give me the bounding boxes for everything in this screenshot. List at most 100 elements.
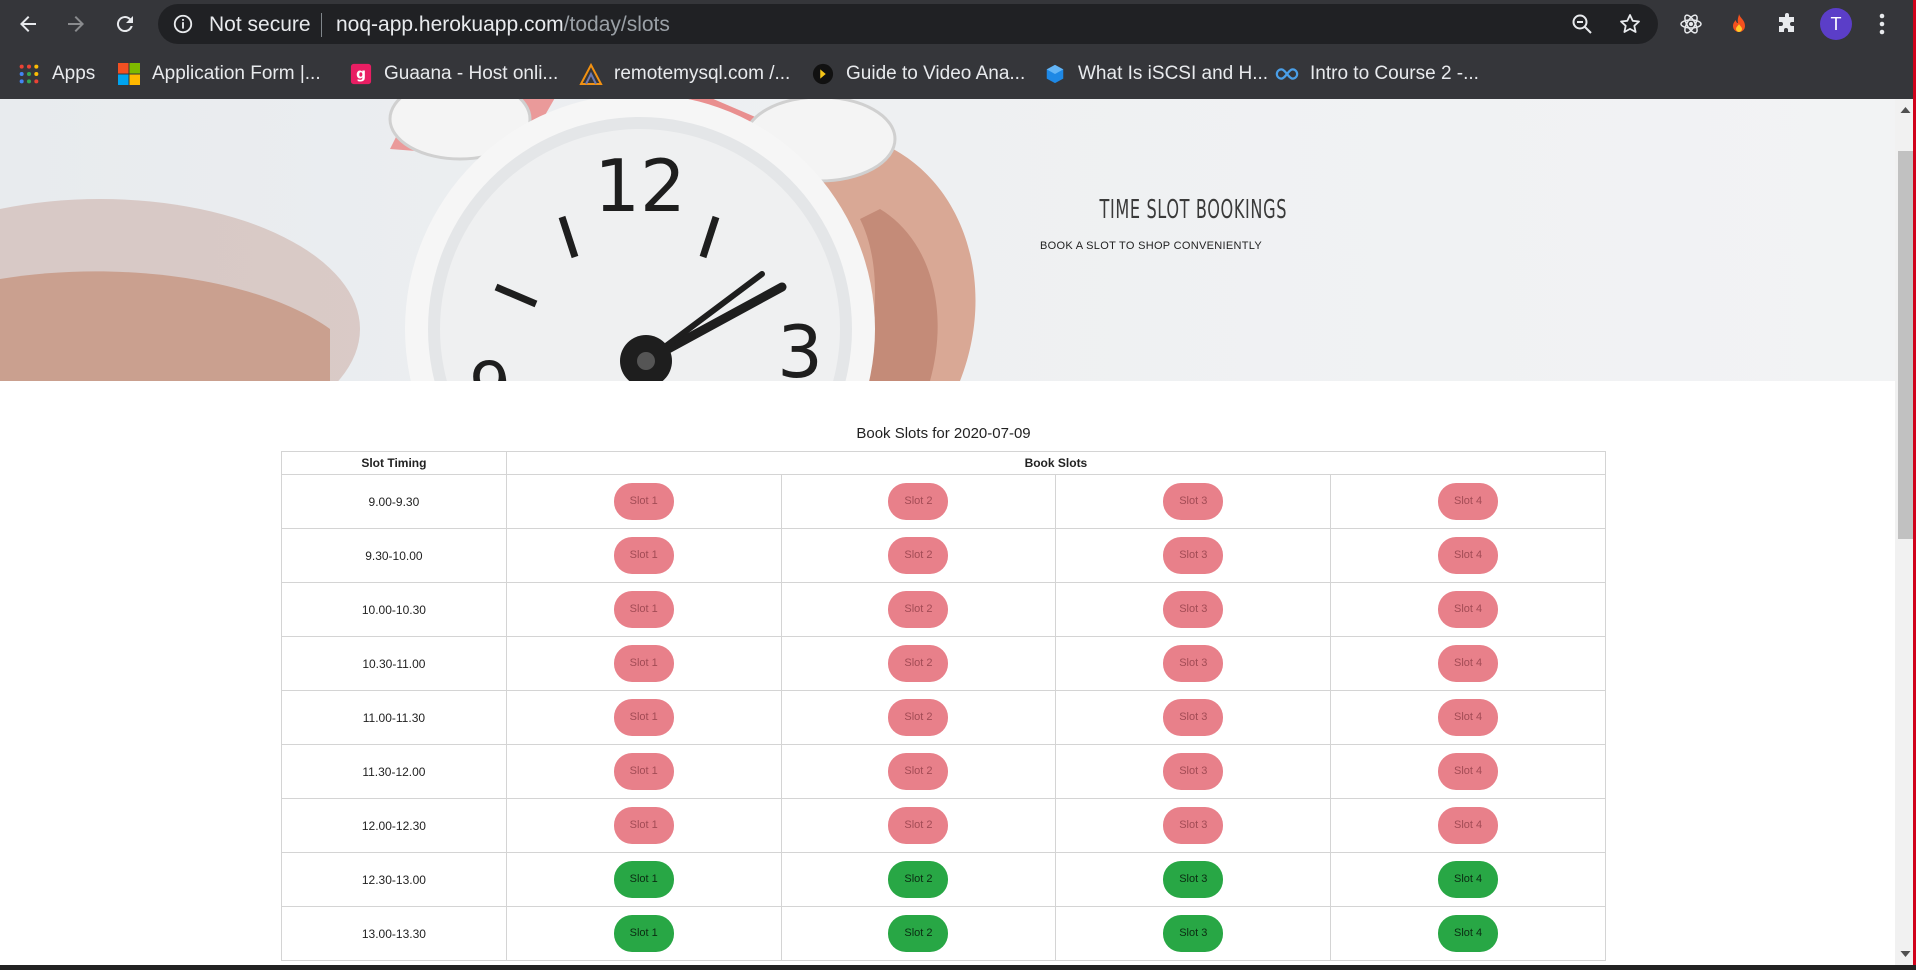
slot-cell: Slot 4 <box>1330 798 1606 853</box>
slot-1-button[interactable]: Slot 1 <box>613 537 674 574</box>
cube-icon <box>1042 61 1068 87</box>
guaana-icon: g <box>348 61 374 87</box>
bookmark-apps[interactable]: Apps <box>16 61 95 87</box>
bookmark-label: Guide to Video Ana... <box>846 63 1026 84</box>
slot-2-button[interactable]: Slot 2 <box>888 591 949 628</box>
slot-1-button[interactable]: Slot 1 <box>613 753 674 790</box>
microsoft-logo-icon <box>116 61 142 87</box>
slot-4-button[interactable]: Slot 4 <box>1438 915 1499 952</box>
slot-cell: Slot 2 <box>780 636 1057 691</box>
infinity-icon <box>1274 61 1300 87</box>
bookmark-video-guide[interactable]: Guide to Video Ana... <box>810 61 1025 87</box>
slot-4-button[interactable]: Slot 4 <box>1438 483 1499 520</box>
bookmark-star-icon[interactable] <box>1618 12 1642 36</box>
slot-timing-cell: 12.30-13.00 <box>281 852 507 907</box>
slot-cell: Slot 1 <box>505 528 782 583</box>
security-label[interactable]: Not secure <box>209 13 311 37</box>
header-book-slots: Book Slots <box>505 451 1607 475</box>
alarm-clock-image: 12 3 9 <box>0 99 976 381</box>
table-row: 13.00-13.30 Slot 1 Slot 2 Slot 3 Slot 4 <box>281 906 1606 961</box>
slot-2-button[interactable]: Slot 2 <box>888 807 949 844</box>
slot-2-button[interactable]: Slot 2 <box>888 915 949 952</box>
slot-3-button[interactable]: Slot 3 <box>1163 645 1224 682</box>
url-path: /today/slots <box>563 13 670 36</box>
svg-text:3: 3 <box>777 310 823 381</box>
slot-1-button[interactable]: Slot 1 <box>613 645 674 682</box>
slot-cell: Slot 1 <box>505 852 782 907</box>
phpmyadmin-icon <box>578 61 604 87</box>
slot-1-button[interactable]: Slot 1 <box>613 699 674 736</box>
slot-4-button[interactable]: Slot 4 <box>1438 753 1499 790</box>
slot-1-button[interactable]: Slot 1 <box>613 483 674 520</box>
reload-button[interactable] <box>108 7 142 41</box>
reload-icon <box>116 16 133 33</box>
slot-4-button[interactable]: Slot 4 <box>1438 699 1499 736</box>
slot-1-button[interactable]: Slot 1 <box>613 861 674 898</box>
page-viewport: 12 3 9 TIME SLOT BOOKINGS BOOK A SLOT TO… <box>0 99 1895 965</box>
video-guide-icon <box>810 61 836 87</box>
slot-2-button[interactable]: Slot 2 <box>888 483 949 520</box>
table-row: 12.00-12.30 Slot 1 Slot 2 Slot 3 Slot 4 <box>281 798 1606 853</box>
slot-4-button[interactable]: Slot 4 <box>1438 537 1499 574</box>
scrollbar-thumb[interactable] <box>1898 151 1913 539</box>
slot-3-button[interactable]: Slot 3 <box>1163 861 1224 898</box>
bookmark-intro-course[interactable]: Intro to Course 2 -... <box>1274 61 1479 87</box>
slot-2-button[interactable]: Slot 2 <box>888 753 949 790</box>
slot-1-button[interactable]: Slot 1 <box>613 915 674 952</box>
info-icon[interactable] <box>172 13 194 35</box>
bookmark-guaana[interactable]: g Guaana - Host onli... <box>348 61 558 87</box>
slot-4-button[interactable]: Slot 4 <box>1438 591 1499 628</box>
extensions-button[interactable] <box>1774 11 1800 37</box>
slot-cell: Slot 4 <box>1330 690 1606 745</box>
zoom-icon[interactable] <box>1570 12 1594 36</box>
back-button[interactable] <box>11 7 45 41</box>
scroll-up-arrow-icon[interactable] <box>1900 105 1911 115</box>
slot-4-button[interactable]: Slot 4 <box>1438 645 1499 682</box>
bookmark-label: Intro to Course 2 -... <box>1310 63 1479 84</box>
fire-extension[interactable] <box>1726 11 1752 37</box>
slot-cell: Slot 2 <box>780 528 1057 583</box>
table-header-row: Slot Timing Book Slots <box>281 451 1607 475</box>
slot-1-button[interactable]: Slot 1 <box>613 807 674 844</box>
slot-cell: Slot 3 <box>1055 582 1332 637</box>
slot-cell: Slot 2 <box>780 852 1057 907</box>
slot-cell: Slot 3 <box>1055 852 1332 907</box>
slot-cell: Slot 4 <box>1330 852 1606 907</box>
url-host: noq-app.herokuapp.com <box>336 13 564 36</box>
address-bar[interactable]: Not secure noq-app.herokuapp.com/today/s… <box>158 4 1658 44</box>
slot-3-button[interactable]: Slot 3 <box>1163 483 1224 520</box>
slot-2-button[interactable]: Slot 2 <box>888 861 949 898</box>
slot-4-button[interactable]: Slot 4 <box>1438 861 1499 898</box>
react-devtools-extension[interactable] <box>1678 11 1704 37</box>
bookmark-iscsi[interactable]: What Is iSCSI and H... <box>1042 61 1268 87</box>
slot-3-button[interactable]: Slot 3 <box>1163 915 1224 952</box>
slot-3-button[interactable]: Slot 3 <box>1163 699 1224 736</box>
slot-4-button[interactable]: Slot 4 <box>1438 807 1499 844</box>
slot-2-button[interactable]: Slot 2 <box>888 645 949 682</box>
browser-chrome: Not secure noq-app.herokuapp.com/today/s… <box>0 0 1916 99</box>
svg-text:12: 12 <box>594 144 686 228</box>
slot-timing-cell: 11.30-12.00 <box>281 744 507 799</box>
forward-button[interactable] <box>59 7 93 41</box>
bookmark-application-form[interactable]: Application Form |... <box>116 61 321 87</box>
kebab-menu-icon[interactable] <box>1874 10 1890 38</box>
slot-timing-cell: 9.00-9.30 <box>281 474 507 529</box>
slot-cell: Slot 1 <box>505 474 782 529</box>
scroll-down-arrow-icon[interactable] <box>1900 949 1911 959</box>
slot-3-button[interactable]: Slot 3 <box>1163 807 1224 844</box>
slot-3-button[interactable]: Slot 3 <box>1163 537 1224 574</box>
url-text[interactable]: noq-app.herokuapp.com/today/slots <box>336 13 670 37</box>
slot-2-button[interactable]: Slot 2 <box>888 699 949 736</box>
bookmark-remotemysql[interactable]: remotemysql.com /... <box>578 61 790 87</box>
slot-cell: Slot 1 <box>505 744 782 799</box>
table-row: 12.30-13.00 Slot 1 Slot 2 Slot 3 Slot 4 <box>281 852 1606 907</box>
table-row: 11.00-11.30 Slot 1 Slot 2 Slot 3 Slot 4 <box>281 690 1606 745</box>
profile-avatar[interactable]: T <box>1820 8 1852 40</box>
bookmarks-bar: Apps Application Form |... g Guaana - Ho… <box>0 49 1916 99</box>
slot-cell: Slot 3 <box>1055 636 1332 691</box>
slot-3-button[interactable]: Slot 3 <box>1163 753 1224 790</box>
slot-1-button[interactable]: Slot 1 <box>613 591 674 628</box>
slot-cell: Slot 3 <box>1055 744 1332 799</box>
slot-3-button[interactable]: Slot 3 <box>1163 591 1224 628</box>
slot-2-button[interactable]: Slot 2 <box>888 537 949 574</box>
